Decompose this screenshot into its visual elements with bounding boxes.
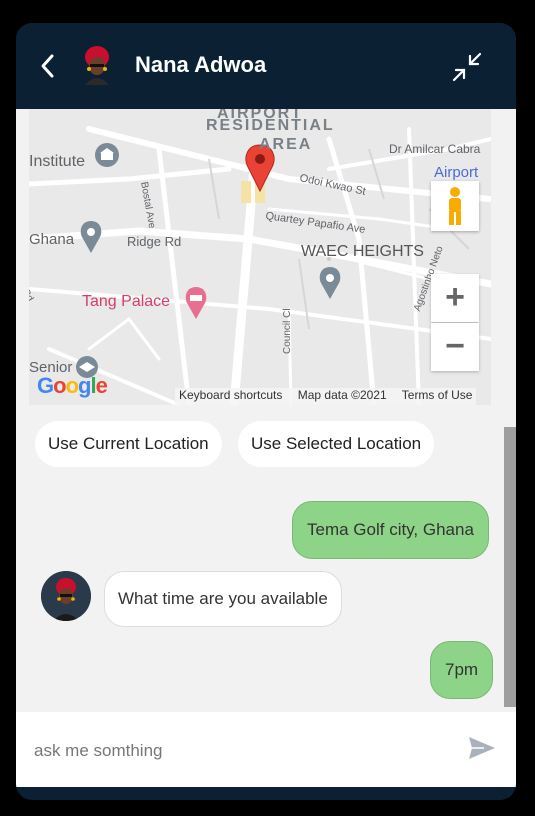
map-label-airport-poi: Airport [434,164,479,181]
zoom-in-icon: + [445,278,465,316]
map-label-institute: Institute [29,153,86,170]
institute-poi-icon [95,143,119,167]
use-current-location-button[interactable]: Use Current Location [35,421,222,467]
chat-header: Nana Adwoa [16,23,516,109]
zoom-out-icon: − [445,327,465,365]
map-label-area: AREA [259,136,313,153]
chat-scrollbar-thumb[interactable] [504,427,516,707]
chat-body[interactable]: AIRPORT RESIDENTIAL AREA Institute Dr Am… [16,109,516,712]
google-logo: Google [37,373,108,398]
send-button[interactable] [466,732,498,764]
contact-name: Nana Adwoa [135,52,267,77]
user-message: Tema Golf city, Ghana [292,501,489,559]
use-selected-location-button[interactable]: Use Selected Location [238,421,435,467]
map-label-waec-heights: WAEC HEIGHTS [301,243,424,260]
street-view-pegman-button[interactable] [431,181,479,231]
minimize-arrows-icon [452,52,482,82]
zoom-out-button[interactable]: − [431,323,479,371]
map-data-label: Map data ©2021 [297,388,387,402]
map-label-council-cl: Council Cl [282,308,293,354]
zoom-in-button[interactable]: + [431,274,479,322]
map-label-ridge-rd: Ridge Rd [127,234,182,249]
map-label-tang-palace: Tang Palace [82,293,171,310]
contact-avatar [80,45,114,85]
chat-widget: Nana Adwoa AIRPORT RESIDENTIAL AREA Inst… [16,23,516,800]
bot-message: What time are you available [104,571,342,627]
map-label-residential: RESIDENTIAL [206,117,335,134]
send-icon [469,737,495,759]
terms-of-use-link[interactable]: Terms of Use [402,388,473,402]
bot-avatar [41,571,91,621]
user-message: 7pm [430,641,494,699]
minimize-button[interactable] [450,50,484,84]
pegman-icon [449,187,461,225]
map-label-ghana: Ghana [29,231,75,248]
chevron-left-icon [41,54,54,78]
map-footer: Keyboard shortcuts Map data ©2021 Terms … [175,388,477,405]
map-label-dr-amilcar: Dr Amilcar Cabra [389,142,481,156]
message-input-bar [16,712,516,787]
message-input[interactable] [32,732,456,770]
keyboard-shortcuts-link[interactable]: Keyboard shortcuts [179,388,282,402]
back-button[interactable] [38,53,58,79]
location-map[interactable]: AIRPORT RESIDENTIAL AREA Institute Dr Am… [29,109,491,405]
